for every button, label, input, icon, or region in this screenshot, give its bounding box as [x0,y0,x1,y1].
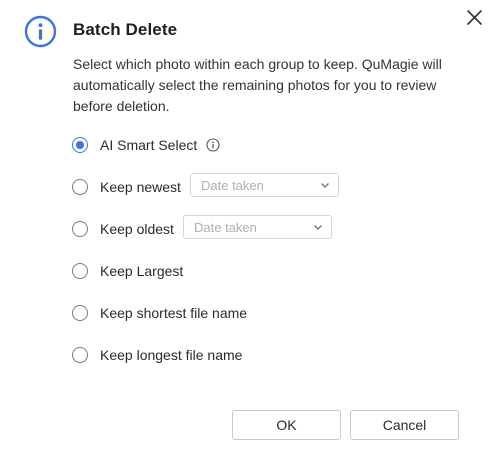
select-value: Date taken [194,219,257,235]
select-value: Date taken [201,177,264,193]
radio-keep-newest[interactable] [72,179,88,195]
option-label: Keep Largest [100,263,184,279]
option-keep-oldest[interactable]: Keep oldest [72,217,174,241]
chevron-down-icon [314,225,322,230]
keep-newest-sort-select[interactable]: Date taken [190,173,339,197]
option-label: Keep newest [100,179,181,195]
option-keep-longest-file-name[interactable]: Keep longest file name [72,343,242,367]
chevron-down-icon [321,183,329,188]
radio-keep-oldest[interactable] [72,221,88,237]
option-label: Keep oldest [100,221,174,237]
batch-delete-dialog: Batch Delete Select which photo within e… [0,0,493,457]
option-ai-smart-select[interactable]: AI Smart Select [72,133,220,157]
option-label: AI Smart Select [100,137,198,153]
keep-oldest-sort-select[interactable]: Date taken [183,215,332,239]
info-icon[interactable] [206,138,220,152]
info-circle-icon [24,15,57,48]
radio-keep-longest-file-name[interactable] [72,347,88,363]
option-keep-newest[interactable]: Keep newest [72,175,181,199]
ok-button[interactable]: OK [232,410,341,440]
radio-keep-shortest-file-name[interactable] [72,305,88,321]
option-keep-shortest-file-name[interactable]: Keep shortest file name [72,301,247,325]
close-icon[interactable] [462,6,486,30]
dialog-title: Batch Delete [73,20,178,39]
dialog-description: Select which photo within each group to … [73,56,442,114]
cancel-button[interactable]: Cancel [350,410,459,440]
option-label: Keep longest file name [100,347,243,363]
radio-keep-largest[interactable] [72,263,88,279]
option-keep-largest[interactable]: Keep Largest [72,259,183,283]
radio-ai-smart-select[interactable] [72,137,88,153]
option-label: Keep shortest file name [100,305,248,321]
